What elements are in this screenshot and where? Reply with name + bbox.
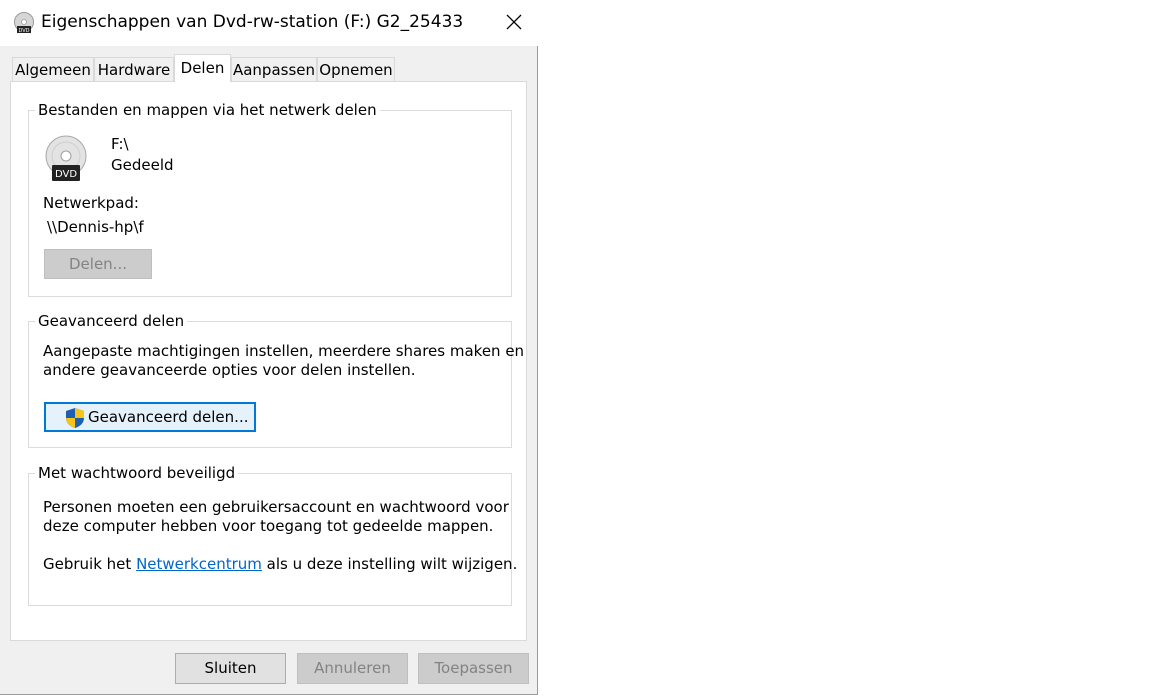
network-center-link[interactable]: Netwerkcentrum — [136, 555, 262, 573]
advanced-sharing-desc-2: andere geavanceerde opties voor delen in… — [43, 361, 416, 379]
password-desc-3-prefix: Gebruik het — [43, 555, 137, 573]
password-desc-2: deze computer hebben voor toegang tot ge… — [43, 517, 494, 535]
drive-share-status: Gedeeld — [111, 156, 174, 174]
cancel-button[interactable]: Annuleren — [297, 653, 408, 684]
dvd-icon: DVD — [44, 135, 88, 183]
close-dialog-button[interactable]: Sluiten — [175, 653, 286, 684]
network-path-label: Netwerkpad: — [43, 194, 139, 212]
advanced-sharing-button-label: Geavanceerd delen... — [88, 408, 249, 426]
advanced-sharing-group-title: Geavanceerd delen — [35, 312, 188, 330]
window-title: Eigenschappen van Dvd-rw-station (F:) G2… — [41, 12, 464, 32]
password-desc-3: Gebruik het Netwerkcentrum als u deze in… — [43, 555, 517, 573]
share-button[interactable]: Delen... — [44, 249, 152, 279]
tab-opnemen[interactable]: Opnemen — [317, 57, 395, 81]
password-protection-group: Met wachtwoord beveiligd Personen moeten… — [28, 464, 517, 606]
properties-dialog: DVD Eigenschappen van Dvd-rw-station (F:… — [0, 0, 538, 695]
svg-text:DVD: DVD — [55, 169, 77, 180]
network-path-value: \\Dennis-hp\f — [47, 218, 144, 236]
svg-text:DVD: DVD — [18, 28, 29, 34]
password-protection-group-title: Met wachtwoord beveiligd — [35, 464, 239, 482]
close-button[interactable] — [494, 4, 534, 40]
tab-algemeen[interactable]: Algemeen — [12, 57, 94, 81]
advanced-sharing-button[interactable]: Geavanceerd delen... — [44, 402, 256, 432]
close-icon — [506, 14, 522, 30]
tab-panel-delen: Bestanden en mappen via het netwerk dele… — [10, 81, 527, 641]
tab-aanpassen[interactable]: Aanpassen — [231, 57, 317, 81]
dvd-drive-icon: DVD — [13, 12, 35, 34]
tab-hardware[interactable]: Hardware — [94, 57, 174, 81]
network-share-group-title: Bestanden en mappen via het netwerk dele… — [35, 101, 380, 119]
title-bar: DVD Eigenschappen van Dvd-rw-station (F:… — [0, 0, 538, 46]
apply-button[interactable]: Toepassen — [418, 653, 529, 684]
network-share-group: Bestanden en mappen via het netwerk dele… — [28, 101, 512, 297]
password-desc-3-suffix: als u deze instelling wilt wijzigen. — [261, 555, 518, 573]
drive-name: F:\ — [111, 135, 129, 153]
advanced-sharing-desc-1: Aangepaste machtigingen instellen, meerd… — [43, 342, 525, 360]
password-desc-1: Personen moeten een gebruikersaccount en… — [43, 498, 509, 516]
uac-shield-icon — [64, 407, 86, 429]
tab-delen[interactable]: Delen — [174, 54, 231, 82]
advanced-sharing-group: Geavanceerd delen Aangepaste machtiginge… — [28, 312, 524, 448]
